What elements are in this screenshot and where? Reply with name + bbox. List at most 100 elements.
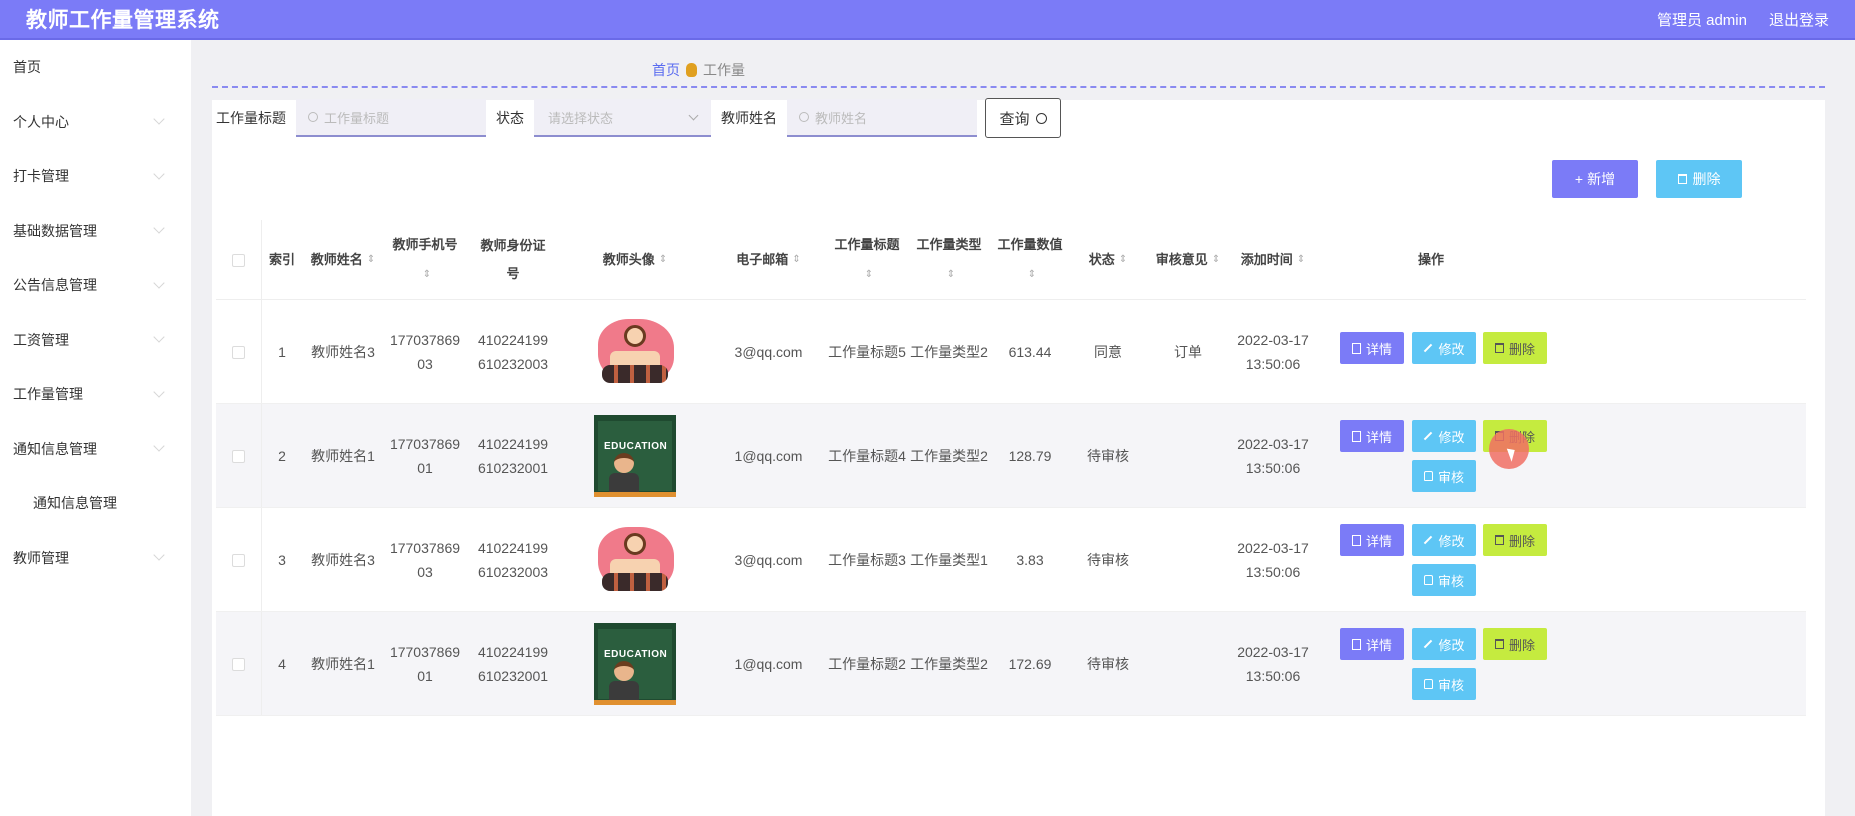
phone-line-2: 03 [417, 564, 433, 580]
avatar-teacher [614, 661, 634, 681]
header-index: 索引 [268, 252, 295, 267]
idcard-line-1: 410224199 [477, 436, 549, 452]
edit-button[interactable]: 修改 [1412, 420, 1476, 452]
avatar-students [602, 365, 668, 383]
title-filter-label: 工作量标题 [216, 110, 286, 126]
trash-icon [1494, 639, 1504, 649]
idcard-value: 410224199 610232001 [478, 640, 548, 688]
header-name[interactable]: 教师姓名 ⇕ [303, 220, 383, 300]
delete-button-label: 删除 [1508, 341, 1535, 357]
name-filter-input[interactable]: 教师姓名 [787, 99, 977, 137]
batch-delete-label: 删除 [1692, 171, 1721, 187]
table-row: 1 教师姓名3 177037869 03 410224199 610232003 3@qq.… [216, 300, 1806, 404]
status-filter-select[interactable]: 请选择状态 [534, 99, 711, 137]
user-label[interactable]: 管理员 admin [1657, 9, 1747, 30]
idcard-line-1: 410224199 [477, 332, 549, 348]
pencil-icon [1424, 535, 1433, 545]
sidebar-item-1[interactable]: 个人中心 [0, 95, 191, 150]
detail-button[interactable]: 详情 [1340, 524, 1404, 556]
time-value: 2022-03-17 13:50:06 [1237, 640, 1309, 688]
cell-opinion: 订单 [1174, 344, 1202, 360]
detail-button[interactable]: 详情 [1340, 628, 1404, 660]
thumb-icon [1423, 471, 1433, 481]
row-checkbox[interactable] [232, 553, 245, 567]
row-checkbox[interactable] [232, 657, 245, 671]
sidebar-item-3[interactable]: 基础数据管理 [0, 204, 191, 259]
name-filter-placeholder: 教师姓名 [815, 110, 868, 126]
cell-email: 3@qq.com [734, 552, 803, 568]
header-type[interactable]: 工作量类型 ⇕ [908, 220, 990, 300]
audit-button-label: 审核 [1437, 573, 1464, 589]
logout-link[interactable]: 退出登录 [1769, 9, 1829, 30]
idcard-line-2: 610232001 [477, 668, 549, 684]
cell-phone: 177037869 01 [383, 404, 467, 508]
sidebar-item-9[interactable]: 教师管理 [0, 531, 191, 586]
title-filter-input[interactable]: 工作量标题 [296, 99, 486, 137]
header-ops: 操作 [1417, 252, 1444, 267]
sidebar-item-7[interactable]: 通知信息管理 [0, 422, 191, 477]
cell-status: 待审核 [1087, 448, 1129, 464]
row-checkbox[interactable] [232, 345, 245, 359]
sidebar-item-5[interactable]: 工资管理 [0, 313, 191, 368]
sidebar-item-0[interactable]: 首页 [0, 40, 191, 95]
audit-button[interactable]: 审核 [1412, 668, 1476, 700]
detail-button[interactable]: 详情 [1340, 332, 1404, 364]
header-time[interactable]: 添加时间 ⇕ [1230, 220, 1316, 300]
trash-icon [1494, 343, 1504, 353]
row-checkbox[interactable] [232, 449, 245, 463]
pencil-icon [1424, 431, 1433, 441]
cell-email: 1@qq.com [734, 448, 803, 464]
header-status[interactable]: 状态 ⇕ [1070, 220, 1146, 300]
sidebar-item-2[interactable]: 打卡管理 [0, 149, 191, 204]
cell-value: 172.69 [1008, 656, 1052, 672]
cell-avatar: EDUCATION [559, 612, 711, 716]
cell-status: 同意 [1094, 344, 1122, 360]
breadcrumb-home[interactable]: 首页 [652, 60, 680, 80]
workload-table: 索引 教师姓名 ⇕ 教师手机号 ⇕ 教师身份证号 教师头像 ⇕ 电子邮箱 ⇕ 工作量标题… [216, 220, 1806, 716]
idcard-line-1: 410224199 [477, 644, 549, 660]
table-row: 3 教师姓名3 177037869 03 410224199 610232003 3@qq.… [216, 508, 1806, 612]
add-button[interactable]: + 新增 [1552, 160, 1638, 198]
sidebar-item-8[interactable]: 通知信息管理 [0, 476, 191, 531]
sort-icon: ⇕ [946, 269, 956, 280]
chevron-down-icon [153, 168, 165, 180]
edit-button[interactable]: 修改 [1412, 524, 1476, 556]
header-phone[interactable]: 教师手机号 ⇕ [383, 220, 467, 300]
avatar-teacher [614, 453, 634, 473]
cell-index: 3 [278, 552, 286, 568]
edit-button[interactable]: 修改 [1412, 332, 1476, 364]
batch-delete-button[interactable]: 删除 [1656, 160, 1742, 198]
document-icon [1351, 430, 1361, 442]
top-header: 教师工作量管理系统 管理员 admin 退出登录 [0, 0, 1855, 40]
query-button[interactable]: 查询 [985, 98, 1061, 138]
header-title[interactable]: 工作量标题 ⇕ [826, 220, 908, 300]
cell-type: 工作量类型1 [910, 552, 988, 568]
thumb-icon [1423, 679, 1433, 689]
header-idcard[interactable]: 教师身份证号 [467, 220, 559, 300]
idcard-line-1: 410224199 [477, 540, 549, 556]
delete-button[interactable]: 删除 [1483, 332, 1547, 364]
edit-button[interactable]: 修改 [1412, 628, 1476, 660]
header-opinion[interactable]: 审核意见 ⇕ [1146, 220, 1230, 300]
cell-title: 工作量标题2 [828, 656, 906, 672]
delete-button[interactable]: 删除 [1483, 628, 1547, 660]
delete-button[interactable]: 删除 [1483, 524, 1547, 556]
audit-button[interactable]: 审核 [1412, 564, 1476, 596]
cell-index: 4 [278, 656, 286, 672]
select-all-checkbox[interactable] [232, 253, 245, 267]
phone-line-1: 177037869 [389, 436, 461, 452]
idcard-line-2: 610232003 [477, 564, 549, 580]
sidebar-item-4[interactable]: 公告信息管理 [0, 258, 191, 313]
header-avatar[interactable]: 教师头像 ⇕ [559, 220, 711, 300]
cell-name: 教师姓名3 [311, 552, 375, 568]
audit-button[interactable]: 审核 [1412, 460, 1476, 492]
sort-icon: ⇕ [1118, 254, 1128, 265]
sidebar-item-6[interactable]: 工作量管理 [0, 367, 191, 422]
search-icon [799, 112, 809, 122]
header-value[interactable]: 工作量数值 ⇕ [990, 220, 1070, 300]
header-email[interactable]: 电子邮箱 ⇕ [711, 220, 826, 300]
detail-button[interactable]: 详情 [1340, 420, 1404, 452]
time-line: 13:50:06 [1245, 356, 1301, 372]
cell-opinion [1146, 612, 1230, 716]
cell-title: 工作量标题4 [828, 448, 906, 464]
